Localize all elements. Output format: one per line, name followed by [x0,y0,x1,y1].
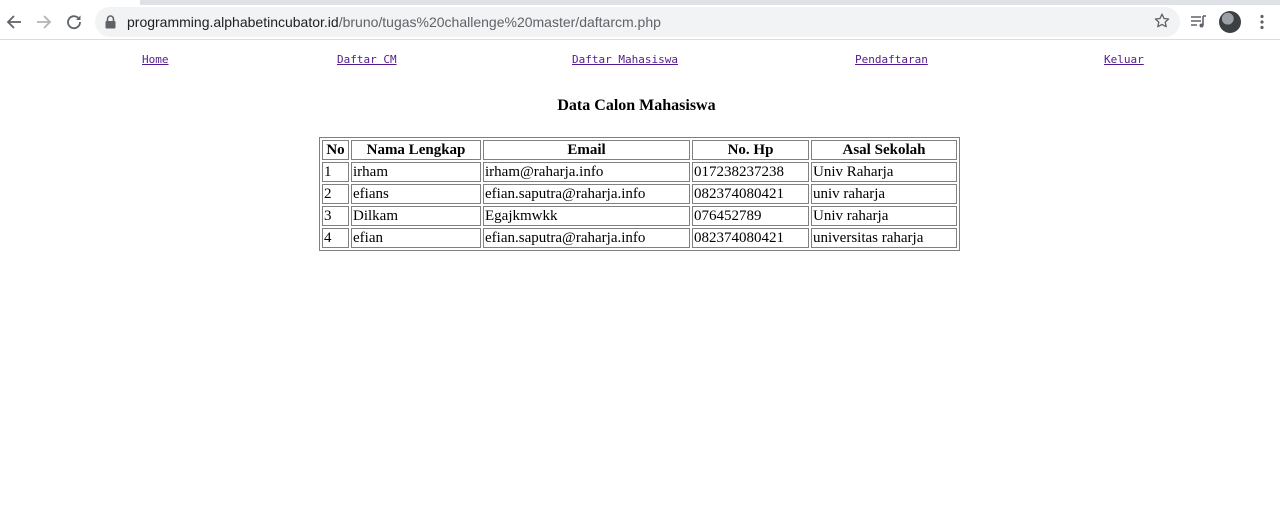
url-path: /bruno/tugas%20challenge%20master/daftar… [338,14,661,30]
table-row: 1 irham irham@raharja.info 017238237238 … [322,162,957,182]
table-row: 2 efians efian.saputra@raharja.info 0823… [322,184,957,204]
cell-no-hp: 076452789 [692,206,809,226]
media-queue-icon[interactable] [1187,10,1211,34]
cell-no: 2 [322,184,349,204]
lock-icon[interactable] [105,15,116,34]
url-host: programming.alphabetincubator.id [127,14,339,30]
cell-no: 1 [322,162,349,182]
browser-toolbar: programming.alphabetincubator.id/bruno/t… [0,5,1280,40]
page-title: Data Calon Mahasiswa [557,97,716,114]
cell-nama-lengkap: irham [351,162,481,182]
column-header-no: No [322,140,349,160]
profile-picture [1219,11,1241,33]
star-icon[interactable] [1154,13,1170,34]
cell-email: efian.saputra@raharja.info [483,228,690,248]
back-button[interactable] [0,8,28,36]
cell-no: 4 [322,228,349,248]
cell-asal-sekolah: universitas raharja [811,228,957,248]
cell-asal-sekolah: Univ raharja [811,206,957,226]
address-bar[interactable]: programming.alphabetincubator.id/bruno/t… [95,7,1180,37]
nav-link-keluar[interactable]: Keluar [1104,53,1144,66]
cell-email: irham@raharja.info [483,162,690,182]
reload-icon [67,15,81,30]
cell-asal-sekolah: univ raharja [811,184,957,204]
cell-email: efian.saputra@raharja.info [483,184,690,204]
column-header-nama-lengkap: Nama Lengkap [351,140,481,160]
cell-no: 3 [322,206,349,226]
url-text[interactable]: programming.alphabetincubator.id/bruno/t… [127,7,661,37]
nav-link-daftar-cm[interactable]: Daftar CM [337,53,397,66]
reload-button[interactable] [60,8,88,36]
cell-email: Egajkmwkk [483,206,690,226]
nav-link-home[interactable]: Home [142,53,169,66]
kebab-menu-icon[interactable] [1250,10,1274,34]
cell-no-hp: 017238237238 [692,162,809,182]
arrow-left-icon [6,15,21,29]
forward-button[interactable] [30,8,58,36]
cell-asal-sekolah: Univ Raharja [811,162,957,182]
column-header-email: Email [483,140,690,160]
nav-link-pendaftaran[interactable]: Pendaftaran [855,53,928,66]
column-header-asal-sekolah: Asal Sekolah [811,140,957,160]
cell-nama-lengkap: efian [351,228,481,248]
avatar[interactable] [1218,10,1242,34]
table-row: 4 efian efian.saputra@raharja.info 08237… [322,228,957,248]
calon-mahasiswa-table: No Nama Lengkap Email No. Hp Asal Sekola… [319,137,960,251]
cell-nama-lengkap: Dilkam [351,206,481,226]
cell-nama-lengkap: efians [351,184,481,204]
nav-link-daftar-mahasiswa[interactable]: Daftar Mahasiswa [572,53,678,66]
table-header-row: No Nama Lengkap Email No. Hp Asal Sekola… [322,140,957,160]
cell-no-hp: 082374080421 [692,184,809,204]
arrow-right-icon [37,15,52,29]
table-row: 3 Dilkam Egajkmwkk 076452789 Univ raharj… [322,206,957,226]
cell-no-hp: 082374080421 [692,228,809,248]
column-header-no-hp: No. Hp [692,140,809,160]
